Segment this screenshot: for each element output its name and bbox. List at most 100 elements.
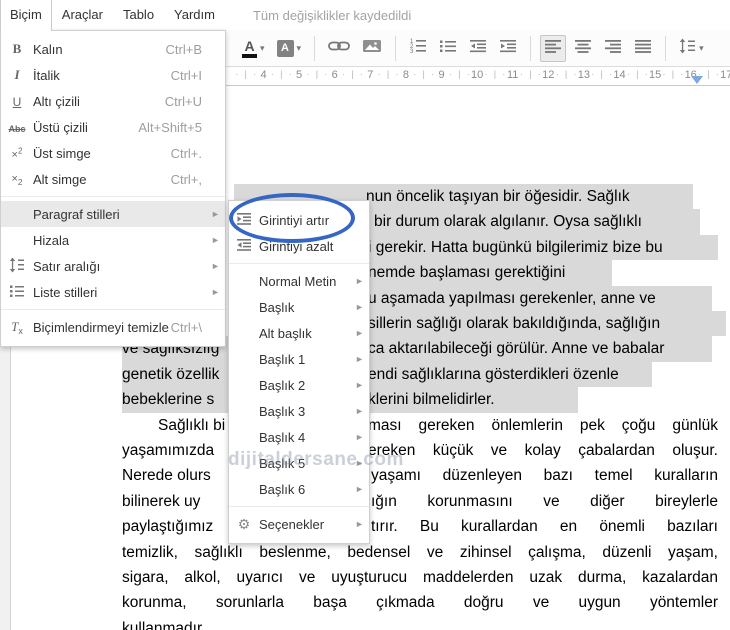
menu-item-underline[interactable]: U Altı çizili Ctrl+U: [1, 88, 225, 114]
menu-item-superscript[interactable]: ×2 Üst simge Ctrl+.: [1, 140, 225, 166]
document-line: kullanmadır.: [122, 619, 206, 630]
menu-item-options[interactable]: ⚙ Seçenekler ►: [229, 511, 369, 537]
ruler-tick: ·: [626, 69, 630, 79]
menu-item-label: Liste stilleri: [33, 284, 98, 300]
menu-item-bold[interactable]: B Kalın Ctrl+B: [1, 36, 225, 62]
toolbar-divider: [395, 35, 397, 61]
menu-item-label: Seçenekler: [259, 516, 325, 532]
menu-item-label: Paragraf stilleri: [33, 206, 120, 222]
menu-item-align[interactable]: Hizala ►: [1, 227, 225, 253]
ruler-tick: ·: [555, 69, 559, 79]
document-line: klerini bilmelidirler.: [368, 391, 495, 409]
list-styles-icon: [1, 283, 33, 302]
menu-item-shortcut: Ctrl+.: [170, 145, 202, 161]
insert-link-button[interactable]: [324, 35, 354, 62]
menu-item-subtitle[interactable]: Alt başlık ►: [229, 320, 369, 346]
menu-item-label: Başlık: [259, 299, 295, 315]
menu-item-heading-4[interactable]: Başlık 4 ►: [229, 424, 369, 450]
decrease-indent-icon: [469, 38, 487, 59]
subscript-icon: ×2: [11, 173, 23, 188]
bold-icon: B: [12, 41, 22, 56]
justify-button[interactable]: [630, 35, 656, 62]
ruler-tick: ·: [466, 69, 470, 79]
indent-marker[interactable]: [691, 76, 703, 84]
document-line: sillerin sağlığı olarak bakıldığında, sa…: [368, 315, 661, 332]
document-line: ığın korunmasını ve diğer bireylerle: [371, 492, 718, 510]
align-right-button[interactable]: [600, 35, 626, 62]
menu-araclar[interactable]: Araçlar: [52, 0, 113, 30]
ruler-number: 9: [438, 69, 445, 81]
bulleted-list-button[interactable]: [435, 35, 461, 62]
ruler-number: 14: [613, 69, 626, 81]
submenu-arrow-icon: ►: [211, 261, 220, 271]
menu-tablo[interactable]: Tablo: [113, 0, 164, 30]
justify-icon: [634, 38, 652, 59]
underline-icon: U: [12, 94, 22, 109]
submenu-arrow-icon: ►: [355, 519, 364, 529]
submenu-arrow-icon: ►: [355, 354, 364, 364]
document-line: yaşamı düzenleyen bazı temel kuralların: [371, 467, 718, 485]
submenu-arrow-icon: ►: [355, 406, 364, 416]
menu-yardim[interactable]: Yardım: [164, 0, 225, 30]
ruler-tick: ·: [431, 69, 435, 79]
ruler-tick: |: [386, 69, 390, 79]
decrease-indent-button[interactable]: [465, 35, 491, 62]
ruler-number: 12: [542, 69, 555, 81]
align-left-button[interactable]: [540, 34, 567, 62]
menu-item-paragraph-styles[interactable]: Paragraf stilleri ►: [1, 201, 225, 227]
menu-item-heading-3[interactable]: Başlık 3 ►: [229, 398, 369, 424]
menu-item-heading[interactable]: Başlık ►: [229, 294, 369, 320]
ruler-tick: |: [422, 69, 425, 79]
increase-indent-button[interactable]: [495, 35, 521, 62]
ruler-tick: |: [600, 69, 603, 79]
google-docs-window: nun öncelik taşıyan bir öğesidir. Sağlık…: [0, 0, 730, 630]
menu-item-strikethrough[interactable]: Abc Üstü çizili Alt+Shift+5: [1, 114, 225, 140]
document-line: u aşamada yapılması gerekenler, anne ve: [368, 289, 656, 307]
toolbar-divider: [530, 35, 532, 61]
menu-item-line-spacing[interactable]: Satır aralığı ►: [1, 253, 225, 279]
ruler-tick: ·: [342, 69, 346, 79]
menu-item-label: Alt simge: [33, 171, 87, 187]
ruler-tick: ·: [644, 69, 648, 79]
menu-item-label: Biçimlendirmeyi temizle: [33, 319, 169, 335]
menu-item-clear-formatting[interactable]: Tx Biçimlendirmeyi temizle Ctrl+\: [1, 314, 225, 340]
menu-bicim[interactable]: Biçim: [0, 0, 52, 31]
menu-item-normal-text[interactable]: Normal Metin ►: [229, 268, 369, 294]
menu-item-label: Hizala: [33, 232, 70, 248]
ruler-tick: ·: [377, 69, 381, 79]
menu-item-shortcut: Ctrl+B: [165, 41, 202, 57]
ruler-number: 11: [506, 69, 519, 81]
ruler-tick: |: [671, 69, 675, 79]
format-menu: B Kalın Ctrl+B I İtalik Ctrl+I U Altı çizili Ctr…: [0, 30, 226, 347]
ruler-tick: ·: [680, 69, 684, 79]
chevron-down-icon: ▾: [296, 42, 302, 53]
ruler-tick: |: [351, 69, 354, 79]
menu-item-label: İtalik: [33, 67, 60, 83]
align-center-button[interactable]: [570, 35, 596, 62]
superscript-icon: ×2: [11, 145, 23, 161]
menu-item-italic[interactable]: I İtalik Ctrl+I: [1, 62, 225, 88]
clear-formatting-icon: Tx: [11, 319, 23, 336]
document-line: i gerekir. Hatta bugünkü bilgilerimiz bi…: [368, 238, 663, 256]
line-spacing-button[interactable]: ▾: [675, 35, 708, 62]
insert-image-button[interactable]: [358, 35, 386, 62]
document-line: yaşamımızda: [122, 442, 215, 459]
toolbar-divider: [665, 35, 667, 61]
ruler-tick: |: [636, 69, 639, 79]
numbered-list-button[interactable]: 123: [405, 34, 431, 62]
menu-item-heading-6[interactable]: Başlık 6 ►: [229, 476, 369, 502]
menu-item-label: Normal Metin: [259, 273, 337, 289]
increase-indent-icon: [499, 38, 517, 59]
menu-item-heading-1[interactable]: Başlık 1 ►: [229, 346, 369, 372]
menu-item-heading-2[interactable]: Başlık 2 ►: [229, 372, 369, 398]
document-line: ması gereken önlemlerin pek çoğu günlük: [368, 416, 718, 434]
highlight-color-button[interactable]: A ▾: [273, 37, 306, 60]
menu-separator: [1, 196, 225, 197]
ruler-tick: ·: [537, 69, 541, 79]
menu-item-list-styles[interactable]: Liste stilleri ►: [1, 279, 225, 305]
menu-item-shortcut: Alt+Shift+5: [138, 119, 202, 135]
text-color-button[interactable]: A ▾: [238, 36, 269, 61]
menu-item-subscript[interactable]: ×2 Alt simge Ctrl+,: [1, 166, 225, 192]
ruler-number: 6: [331, 69, 338, 81]
ruler-tick: |: [564, 69, 568, 79]
